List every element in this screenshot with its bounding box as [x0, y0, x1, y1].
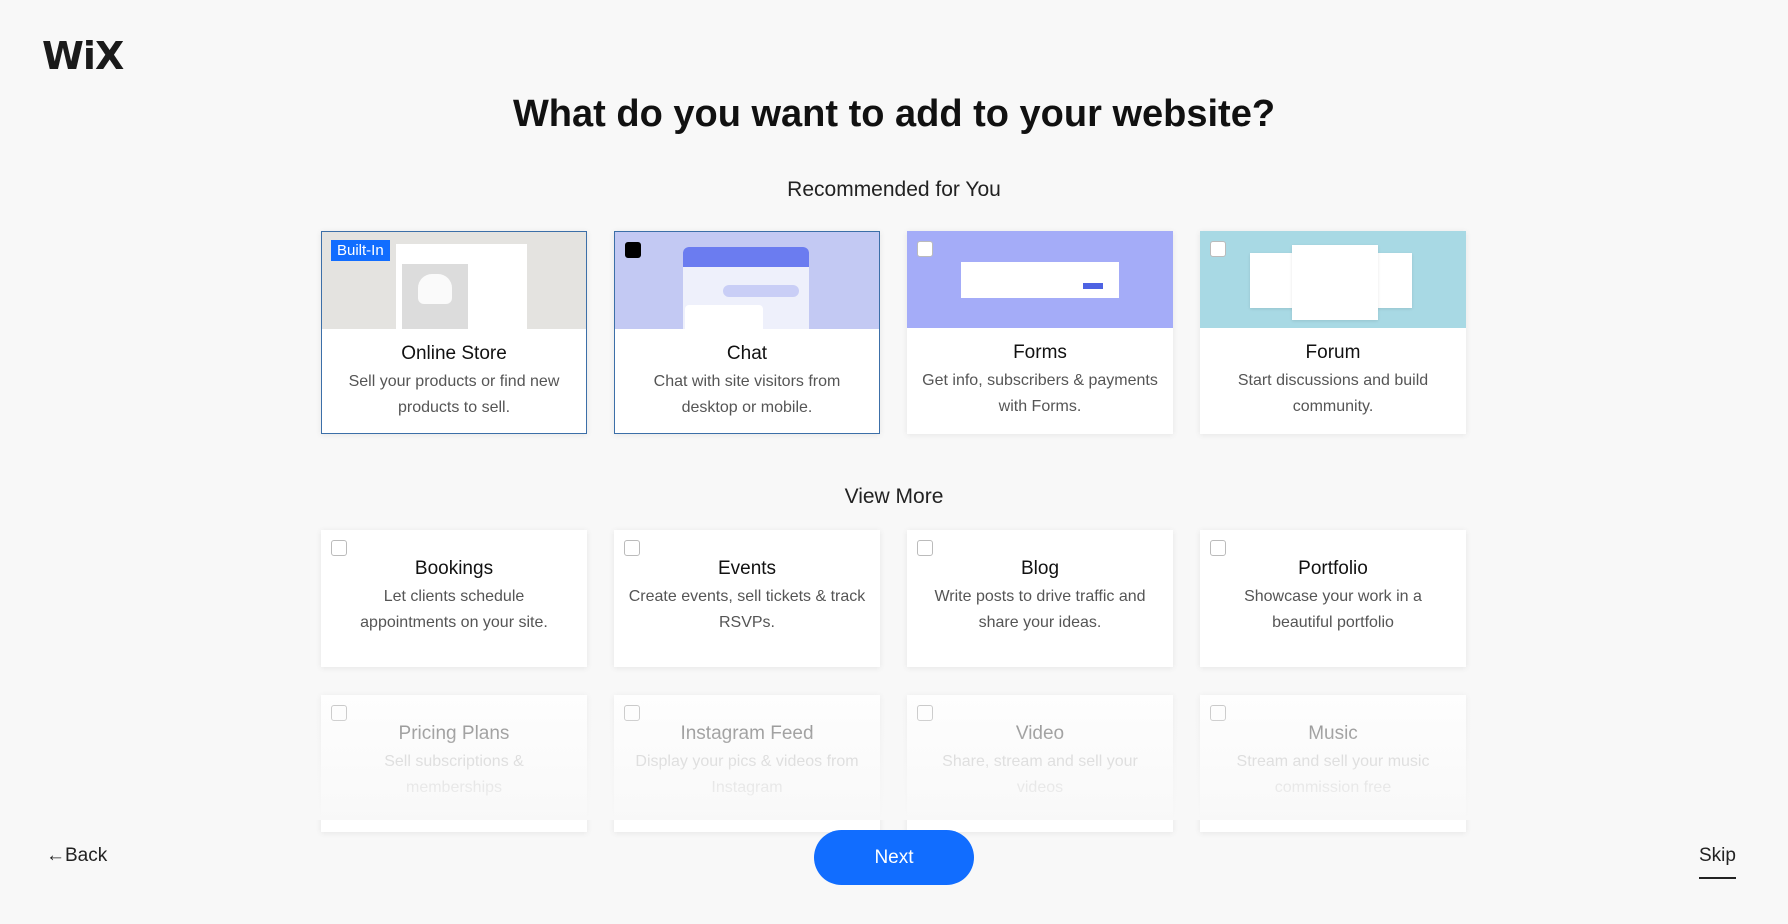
card-description: Get info, subscribers & payments with Fo…: [922, 372, 1158, 415]
card-description: Chat with site visitors from desktop or …: [653, 373, 841, 416]
video-checkbox[interactable]: [917, 705, 933, 721]
card-description: Sell subscriptions & memberships: [384, 753, 524, 796]
app-card-pricing-plans[interactable]: Pricing Plans Sell subscriptions & membe…: [321, 695, 587, 832]
card-description: Stream and sell your music commission fr…: [1236, 753, 1430, 796]
card-title: Online Store: [401, 343, 507, 364]
card-title: Music: [1308, 723, 1358, 744]
app-card-portfolio[interactable]: Portfolio Showcase your work in a beauti…: [1200, 530, 1466, 667]
bookings-checkbox[interactable]: [331, 540, 347, 556]
forms-checkbox[interactable]: [917, 241, 933, 257]
app-card-chat[interactable]: Chat Chat with site visitors from deskto…: [614, 231, 880, 434]
skip-button[interactable]: Skip: [1699, 845, 1736, 879]
recommended-heading: Recommended for You: [787, 178, 1001, 201]
app-card-forms[interactable]: Forms Get info, subscribers & payments w…: [907, 231, 1173, 434]
app-card-video[interactable]: Video Share, stream and sell your videos: [907, 695, 1173, 832]
card-title: Blog: [1020, 558, 1060, 579]
chat-preview: [615, 232, 879, 329]
card-title: Video: [1015, 723, 1065, 744]
instagram-feed-checkbox[interactable]: [624, 705, 640, 721]
online-store-preview: Built-In: [322, 232, 586, 329]
wix-logo: WiX: [42, 34, 124, 78]
card-description: Share, stream and sell your videos: [942, 753, 1138, 796]
app-card-music[interactable]: Music Stream and sell your music commiss…: [1200, 695, 1466, 832]
pricing-plans-checkbox[interactable]: [331, 705, 347, 721]
page-title: What do you want to add to your website?: [512, 93, 1276, 135]
app-card-blog[interactable]: Blog Write posts to drive traffic and sh…: [907, 530, 1173, 667]
card-description: Let clients schedule appointments on you…: [360, 588, 548, 631]
forms-preview: [907, 231, 1173, 328]
card-title: Chat: [726, 343, 768, 364]
app-card-bookings[interactable]: Bookings Let clients schedule appointmen…: [321, 530, 587, 667]
card-title: Forms: [1013, 342, 1067, 363]
forum-checkbox[interactable]: [1210, 241, 1226, 257]
built-in-badge: Built-In: [331, 240, 390, 261]
music-checkbox[interactable]: [1210, 705, 1226, 721]
next-button[interactable]: Next: [814, 830, 974, 885]
card-title: Instagram Feed: [680, 723, 814, 744]
blog-checkbox[interactable]: [917, 540, 933, 556]
card-title: Bookings: [414, 558, 494, 579]
card-description: Sell your products or find new products …: [348, 373, 560, 416]
portfolio-checkbox[interactable]: [1210, 540, 1226, 556]
card-description: Write posts to drive traffic and share y…: [934, 588, 1146, 631]
card-title: Portfolio: [1298, 558, 1368, 579]
scroll-fade-overlay: [0, 690, 1788, 820]
card-description: Display your pics & videos from Instagra…: [635, 753, 859, 796]
chair-image: [402, 264, 468, 329]
app-card-online-store[interactable]: Built-In Online Store Sell your products…: [321, 231, 587, 434]
app-card-events[interactable]: Events Create events, sell tickets & tra…: [614, 530, 880, 667]
back-button[interactable]: ←Back: [46, 845, 107, 867]
card-title: Pricing Plans: [398, 723, 510, 744]
events-checkbox[interactable]: [624, 540, 640, 556]
chat-checkbox[interactable]: [625, 242, 641, 258]
app-card-instagram-feed[interactable]: Instagram Feed Display your pics & video…: [614, 695, 880, 832]
card-description: Start discussions and build community.: [1237, 372, 1429, 415]
forum-preview: [1200, 231, 1466, 328]
app-card-forum[interactable]: Forum Start discussions and build commun…: [1200, 231, 1466, 434]
card-title: Events: [717, 558, 777, 579]
view-more-heading: View More: [844, 485, 944, 508]
card-description: Showcase your work in a beautiful portfo…: [1244, 588, 1422, 631]
card-title: Forum: [1305, 342, 1361, 363]
card-description: Create events, sell tickets & track RSVP…: [628, 588, 866, 631]
